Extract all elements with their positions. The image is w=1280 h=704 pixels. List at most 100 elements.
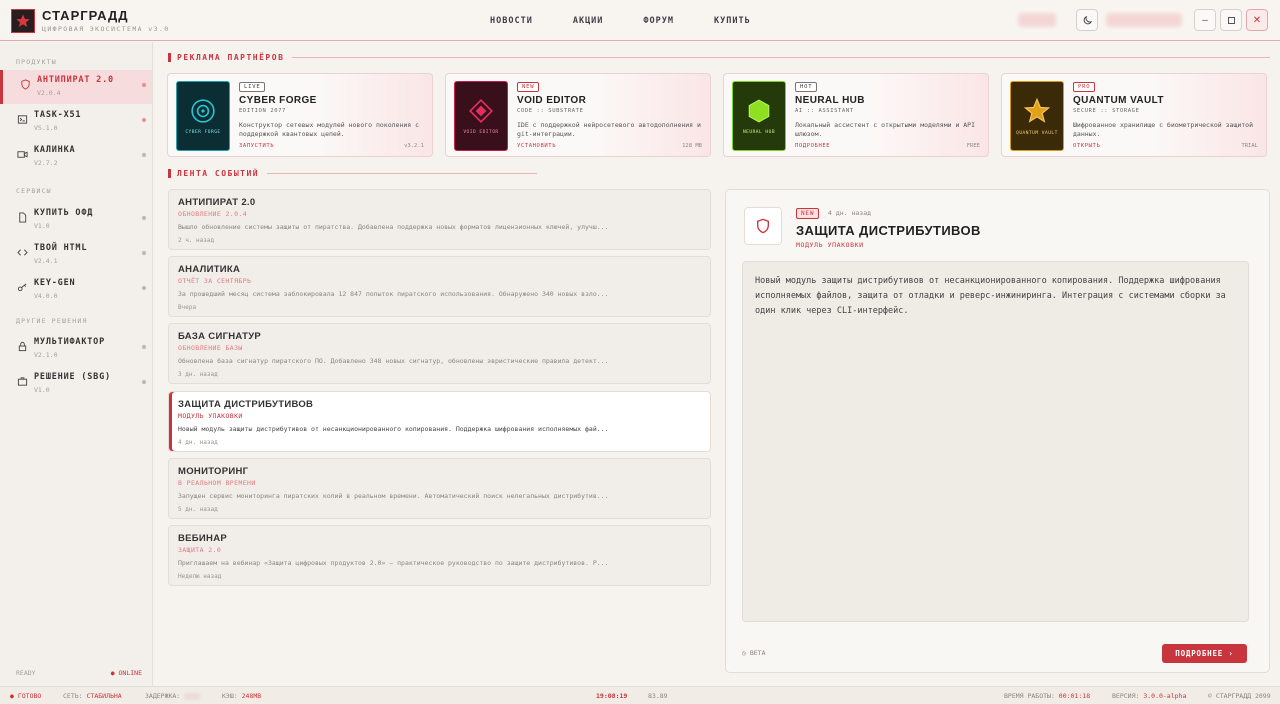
status-cache: КЭШ: 248MB — [222, 692, 261, 700]
partner-action-link[interactable]: ОТКРЫТЬ — [1073, 143, 1100, 149]
partner-card-quantum-vault[interactable]: QUANTUM VAULT PRO QUANTUM VAULT SECURE :… — [1001, 73, 1267, 157]
logo[interactable] — [11, 9, 35, 33]
sidebar-item-task-x51[interactable]: TASK-X51 V5.1.0 — [0, 105, 152, 139]
network-value: СТАБИЛЬНА — [86, 692, 122, 700]
partner-title: NEURAL HUB — [795, 95, 865, 106]
feed-item-subtitle: ОБНОВЛЕНИЕ 2.0.4 — [178, 210, 248, 218]
video-camera-icon — [16, 148, 28, 160]
thumb-label: VOID EDITOR — [463, 129, 499, 135]
partner-subtitle: EDITION 2077 — [239, 108, 286, 114]
status-dot — [142, 83, 146, 87]
partner-tag: LIVE — [239, 82, 266, 92]
lock-icon — [16, 340, 28, 352]
sidebar-item-buy-ofd[interactable]: КУПИТЬ ОФД V1.0 — [0, 203, 152, 237]
status-fps: 83.89 — [648, 692, 668, 700]
sidebar-item-label: КАЛИНКА — [34, 145, 76, 155]
close-button[interactable]: ✕ — [1246, 9, 1268, 31]
feed-item-subtitle: В РЕАЛЬНОМ ВРЕМЕНИ — [178, 479, 256, 487]
partner-title: VOID EDITOR — [517, 95, 587, 106]
minimize-button[interactable]: – — [1194, 9, 1216, 31]
partner-thumbnail: VOID EDITOR — [454, 81, 508, 151]
feed-item-description: Запущен сервис мониторинга пиратских коп… — [178, 492, 609, 500]
feed-item[interactable]: МОНИТОРИНГ В РЕАЛЬНОМ ВРЕМЕНИ Запущен се… — [168, 458, 711, 519]
partner-tag: HOT — [795, 82, 818, 92]
feed-item-subtitle: ОТЧЁТ ЗА СЕНТЯБРЬ — [178, 277, 252, 285]
partner-title: QUANTUM VAULT — [1073, 95, 1164, 106]
uptime-label: ВРЕМЯ РАБОТЫ: — [1004, 692, 1055, 700]
partner-action-link[interactable]: УСТАНОВИТЬ — [517, 143, 556, 149]
partner-action-link[interactable]: ПОДРОБНЕЕ — [795, 143, 830, 149]
sidebar-item-your-html[interactable]: ТВОЙ HTML V2.4.1 — [0, 238, 152, 272]
shield-icon — [19, 78, 31, 90]
sidebar-item-label: KEY-GEN — [34, 278, 76, 288]
code-icon — [16, 246, 28, 258]
feed-item-time: 3 дн. назад — [178, 371, 218, 378]
partner-card-cyber-forge[interactable]: CYBER FORGE LIVE CYBER FORGE EDITION 207… — [167, 73, 433, 157]
status-copyright: © СТАРГРАДД 2099 — [1208, 692, 1271, 700]
status-dot — [142, 380, 146, 384]
nav-news[interactable]: НОВОСТИ — [470, 16, 553, 26]
feed-item-title: МОНИТОРИНГ — [178, 466, 249, 477]
partners-header: РЕКЛАМА ПАРТНЁРОВ — [168, 51, 1270, 63]
partner-subtitle: AI :: ASSISTANT — [795, 108, 854, 114]
close-icon: ✕ — [1252, 14, 1262, 26]
nav-forum[interactable]: ФОРУМ — [623, 16, 694, 26]
online-status: ● ONLINE — [110, 669, 142, 677]
feed-item-selected[interactable]: ЗАЩИТА ДИСТРИБУТИВОВ МОДУЛЬ УПАКОВКИ Нов… — [168, 391, 711, 452]
feed-item[interactable]: АНТИПИРАТ 2.0 ОБНОВЛЕНИЕ 2.0.4 Вышло обн… — [168, 189, 711, 250]
sidebar-item-version: V1.0 — [34, 222, 50, 230]
feed-item[interactable]: АНАЛИТИКА ОТЧЁТ ЗА СЕНТЯБРЬ За прошедший… — [168, 256, 711, 317]
sidebar-item-antipirat[interactable]: АНТИПИРАТ 2.0 V2.0.4 — [0, 70, 152, 104]
nav-buy[interactable]: КУПИТЬ — [694, 16, 771, 26]
status-dot — [142, 153, 146, 157]
maximize-button[interactable] — [1220, 9, 1242, 31]
partner-description: Конструктор сетевых модулей нового покол… — [239, 121, 420, 138]
feed-item-time: 4 дн. назад — [178, 439, 218, 446]
feed-item-subtitle: МОДУЛЬ УПАКОВКИ — [178, 412, 243, 420]
app-window: СТАРГРАДД ЦИФРОВАЯ ЭКОСИСТЕМА v3.0 НОВОС… — [0, 0, 1280, 704]
shield-icon — [757, 218, 769, 234]
sidebar-item-label: КУПИТЬ ОФД — [34, 208, 94, 218]
sidebar-item-version: V4.0.0 — [34, 292, 58, 300]
status-network: СЕТЬ: СТАБИЛЬНА — [63, 692, 122, 700]
feed-item-title: АНТИПИРАТ 2.0 — [178, 197, 256, 208]
briefcase-icon — [16, 375, 28, 387]
status-clock: 19:08:19 — [596, 692, 628, 700]
partner-title: CYBER FORGE — [239, 95, 317, 106]
feed-item-subtitle: ОБНОВЛЕНИЕ БАЗЫ — [178, 344, 243, 352]
detail-icon-box — [744, 207, 782, 245]
theme-toggle-button[interactable] — [1076, 9, 1098, 31]
key-icon — [16, 281, 28, 293]
partner-meta: v3.2.1 — [404, 143, 424, 149]
partner-card-void-editor[interactable]: VOID EDITOR NEW VOID EDITOR CODE :: SUBS… — [445, 73, 711, 157]
latency-blurred-value — [184, 692, 201, 700]
sidebar-section-other: ДРУГИЕ РЕШЕНИЯ — [16, 317, 88, 325]
feed-item-subtitle: ЗАЩИТА 2.0 — [178, 546, 222, 554]
sidebar-item-multifactor[interactable]: МУЛЬТИФАКТОР V2.1.0 — [0, 332, 152, 366]
partner-subtitle: SECURE :: STORAGE — [1073, 108, 1140, 114]
nav-promotions[interactable]: АКЦИИ — [553, 16, 624, 26]
star-logo-icon — [16, 14, 30, 27]
feed-item-title: ВЕБИНАР — [178, 533, 228, 544]
partner-meta: TRIAL — [1241, 143, 1258, 149]
feed-item-description: Вышло обновление системы защиты от пират… — [178, 223, 609, 231]
more-button[interactable]: ПОДРОБНЕЕ › — [1162, 644, 1247, 663]
detail-subtitle: МОДУЛЬ УПАКОВКИ — [796, 241, 864, 249]
status-dot — [142, 286, 146, 290]
feed-item[interactable]: БАЗА СИГНАТУР ОБНОВЛЕНИЕ БАЗЫ Обновлена … — [168, 323, 711, 384]
sidebar-item-kalinka[interactable]: КАЛИНКА V2.7.2 — [0, 140, 152, 174]
diamond-icon — [469, 98, 493, 123]
terminal-icon — [16, 113, 28, 125]
sidebar-item-key-gen[interactable]: KEY-GEN V4.0.0 — [0, 273, 152, 307]
feed-item[interactable]: ВЕБИНАР ЗАЩИТА 2.0 Приглашаем на вебинар… — [168, 525, 711, 586]
sidebar-item-sbg[interactable]: РЕШЕНИЕ (SBG) V1.0 — [0, 367, 152, 401]
partner-thumbnail: QUANTUM VAULT — [1010, 81, 1064, 151]
version-value: 3.0.0-alpha — [1143, 692, 1187, 700]
brand-name: СТАРГРАДД — [42, 8, 129, 23]
sidebar-item-version: V2.0.4 — [37, 89, 61, 97]
moon-icon — [1083, 15, 1092, 24]
feed-item-title: ЗАЩИТА ДИСТРИБУТИВОВ — [178, 399, 314, 410]
feed-item-description: За прошедший месяц система заблокировала… — [178, 290, 609, 298]
partner-card-neural-hub[interactable]: NEURAL HUB HOT NEURAL HUB AI :: ASSISTAN… — [723, 73, 989, 157]
partner-action-link[interactable]: ЗАПУСТИТЬ — [239, 143, 274, 149]
